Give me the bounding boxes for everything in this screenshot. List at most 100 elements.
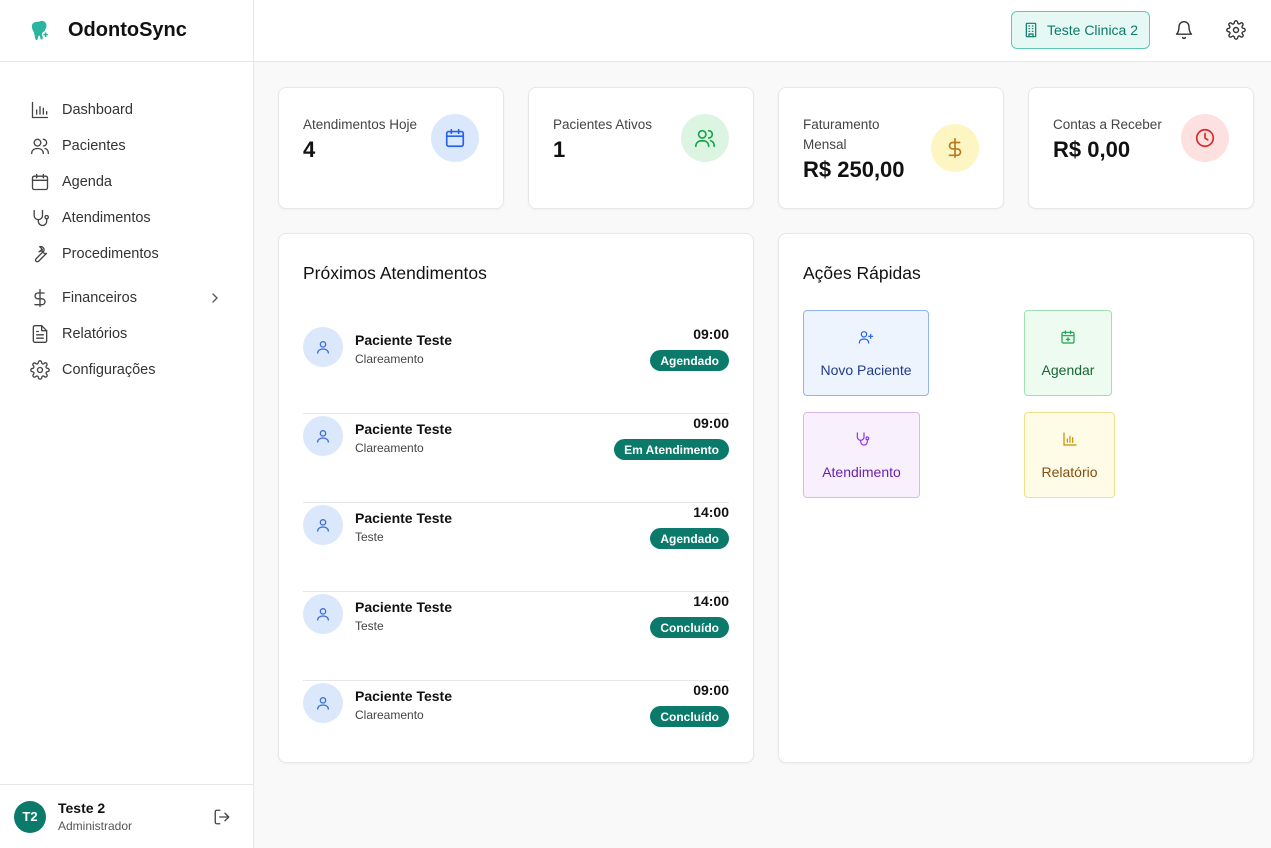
calendar-icon: [431, 114, 479, 162]
sidebar-item-label: Agenda: [62, 174, 112, 190]
status-badge: Agendado: [650, 528, 729, 549]
user-role: Administrador: [58, 819, 133, 833]
stethoscope-icon: [856, 432, 869, 446]
sidebar: OdontoSync Dashboard Pacientes Agenda At…: [0, 0, 254, 848]
appointment-time: 09:00: [693, 415, 729, 431]
stat-value: R$ 250,00: [803, 157, 905, 182]
dollar-icon: [931, 124, 979, 172]
building-icon: [1025, 22, 1037, 38]
new-patient-button[interactable]: Novo Paciente: [803, 310, 929, 396]
stat-label: Contas a Receber: [1053, 117, 1162, 132]
file-text-icon: [32, 325, 48, 343]
stat-label: Faturamento Mensal: [803, 117, 880, 152]
sidebar-item-label: Dashboard: [62, 102, 133, 118]
appointment-time: 14:00: [693, 593, 729, 609]
quick-action-label: Atendimento: [822, 464, 901, 480]
sidebar-item-atendimentos[interactable]: Atendimentos: [30, 200, 223, 236]
schedule-button[interactable]: Agendar: [1024, 310, 1112, 396]
status-badge: Concluído: [650, 617, 729, 638]
user-plus-icon: [858, 331, 874, 344]
stethoscope-icon: [33, 209, 50, 227]
appointment-row[interactable]: Paciente Teste Teste 14:00 Concluído: [303, 592, 729, 681]
quick-actions-panel: Ações Rápidas Novo Paciente Agendar Aten…: [778, 233, 1254, 763]
procedure-name: Clareamento: [355, 352, 424, 366]
clinic-selector-button[interactable]: Teste Clinica 2: [1011, 11, 1150, 49]
sidebar-item-label: Pacientes: [62, 138, 126, 154]
sidebar-item-label: Financeiros: [62, 290, 137, 306]
procedure-name: Clareamento: [355, 441, 424, 455]
sidebar-item-label: Configurações: [62, 362, 156, 378]
top-header: Teste Clinica 2: [254, 0, 1271, 62]
avatar[interactable]: T2: [14, 800, 46, 833]
calendar-icon: [31, 173, 49, 191]
quick-action-label: Relatório: [1041, 464, 1098, 480]
clock-icon: [1181, 114, 1229, 162]
stat-value: 4: [303, 137, 316, 162]
sidebar-item-label: Procedimentos: [62, 246, 159, 262]
stat-card-atendimentos-hoje: Atendimentos Hoje 4: [278, 87, 504, 209]
sidebar-item-pacientes[interactable]: Pacientes: [30, 128, 223, 164]
calendar-plus-icon: [1061, 330, 1075, 344]
bell-icon[interactable]: [1174, 20, 1194, 40]
appointment-row[interactable]: Paciente Teste Teste 14:00 Agendado: [303, 503, 729, 592]
status-badge: Em Atendimento: [614, 439, 729, 460]
appointment-row[interactable]: Paciente Teste Clareamento 09:00 Concluí…: [303, 681, 729, 770]
appointment-time: 09:00: [693, 682, 729, 698]
patient-name: Paciente Teste: [355, 510, 453, 526]
sidebar-item-label: Atendimentos: [62, 210, 151, 226]
brand[interactable]: OdontoSync: [0, 0, 253, 62]
sidebar-item-procedimentos[interactable]: Procedimentos: [30, 236, 223, 272]
bar-chart-icon: [1062, 432, 1077, 446]
user-name: Teste 2: [58, 800, 106, 816]
upcoming-appointments-panel: Próximos Atendimentos Paciente Teste Cla…: [278, 233, 754, 763]
patient-name: Paciente Teste: [355, 421, 453, 437]
report-button[interactable]: Relatório: [1024, 412, 1115, 498]
patient-name: Paciente Teste: [355, 332, 453, 348]
appointment-row[interactable]: Paciente Teste Clareamento 09:00 Em Aten…: [303, 414, 729, 503]
panel-title: Ações Rápidas: [803, 263, 921, 283]
sidebar-item-financeiros[interactable]: Financeiros: [30, 280, 223, 316]
appointment-time: 09:00: [693, 326, 729, 342]
stat-label: Atendimentos Hoje: [303, 117, 418, 132]
sidebar-item-label: Relatórios: [62, 326, 128, 342]
procedure-name: Clareamento: [355, 708, 424, 722]
user-icon: [303, 594, 343, 634]
sidebar-item-agenda[interactable]: Agenda: [30, 164, 223, 200]
dollar-icon: [34, 289, 46, 307]
stat-value: R$ 0,00: [1053, 137, 1131, 162]
settings-gear-icon[interactable]: [1226, 20, 1246, 40]
user-icon: [303, 327, 343, 367]
panel-title: Próximos Atendimentos: [303, 263, 487, 283]
stat-card-contas-a-receber: Contas a Receber R$ 0,00: [1028, 87, 1254, 209]
user-icon: [303, 416, 343, 456]
stat-value: 1: [553, 137, 566, 162]
appointment-row[interactable]: Paciente Teste Clareamento 09:00 Agendad…: [303, 325, 729, 414]
procedure-name: Teste: [355, 619, 384, 633]
user-icon: [303, 683, 343, 723]
quick-action-label: Agendar: [1041, 362, 1095, 378]
users-icon: [681, 114, 729, 162]
procedure-name: Teste: [355, 530, 384, 544]
sidebar-item-relatorios[interactable]: Relatórios: [30, 316, 223, 352]
user-profile: T2 Teste 2 Administrador: [0, 784, 253, 848]
patient-name: Paciente Teste: [355, 599, 453, 615]
tooth-logo-icon: [30, 20, 52, 42]
wrench-icon: [34, 245, 48, 263]
user-icon: [303, 505, 343, 545]
sidebar-item-configuracoes[interactable]: Configurações: [30, 352, 223, 388]
attendance-button[interactable]: Atendimento: [803, 412, 920, 498]
stat-card-pacientes-ativos: Pacientes Ativos 1: [528, 87, 754, 209]
status-badge: Agendado: [650, 350, 729, 371]
chevron-right-icon: [212, 293, 218, 303]
patient-name: Paciente Teste: [355, 688, 453, 704]
users-icon: [31, 138, 49, 155]
sidebar-item-dashboard[interactable]: Dashboard: [30, 92, 223, 128]
appointment-time: 14:00: [693, 504, 729, 520]
logout-icon[interactable]: [213, 808, 231, 826]
stat-label: Pacientes Ativos: [553, 117, 653, 132]
quick-action-label: Novo Paciente: [820, 362, 912, 378]
bar-chart-icon: [31, 101, 49, 119]
sidebar-nav: Dashboard Pacientes Agenda Atendimentos …: [0, 62, 253, 388]
gear-icon: [30, 360, 50, 380]
app-name: OdontoSync: [68, 19, 187, 41]
